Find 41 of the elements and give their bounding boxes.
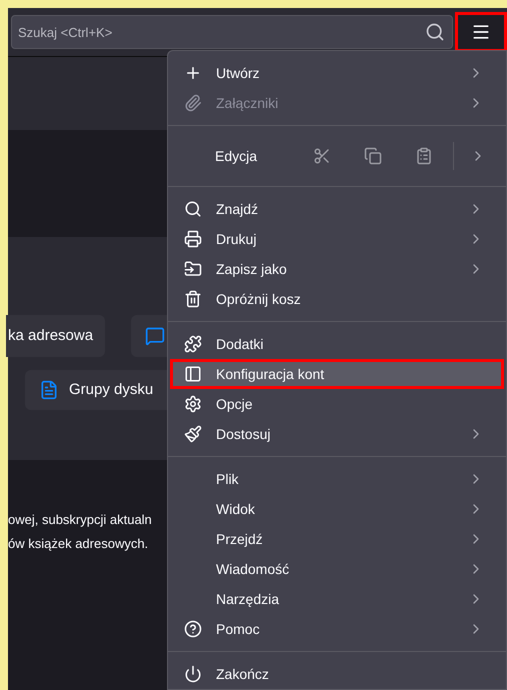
menu-item[interactable]: Wiadomość xyxy=(170,554,504,584)
brush-icon xyxy=(184,425,202,443)
menu-label: Edycja xyxy=(215,146,258,166)
menu-item[interactable]: Przejdź xyxy=(170,524,504,554)
search-icon xyxy=(184,200,202,218)
folder-icon xyxy=(184,260,202,278)
menu-item[interactable]: Utwórz xyxy=(170,58,504,88)
plus-icon xyxy=(184,64,202,82)
clipboard-icon xyxy=(414,147,433,165)
menu-item[interactable]: Opcje xyxy=(170,389,504,419)
menu-item[interactable]: Pomoc xyxy=(170,614,504,644)
address-book-button[interactable]: ka adresowa xyxy=(6,315,105,357)
menu-item[interactable]: Konfiguracja kont xyxy=(170,359,504,389)
menu-item[interactable]: Drukuj xyxy=(170,224,504,254)
menu-item[interactable]: Dodatki xyxy=(170,329,504,359)
menu-item[interactable]: Zakończ xyxy=(170,659,504,689)
panel-icon xyxy=(184,365,202,383)
menu-item[interactable]: Zapisz jako xyxy=(170,254,504,284)
menu-item[interactable]: Dostosuj xyxy=(170,419,504,449)
paperclip-icon xyxy=(184,94,202,112)
menu-item[interactable]: Plik xyxy=(170,464,504,494)
search-icon xyxy=(425,22,445,42)
description-text: ów książek adresowych. xyxy=(8,534,148,553)
menu-item[interactable]: Znajdź xyxy=(170,194,504,224)
menu-item[interactable]: Narzędzia xyxy=(170,584,504,614)
copy-icon xyxy=(364,147,382,165)
newsgroups-button[interactable]: Grupy dysku xyxy=(25,370,167,410)
settings-icon xyxy=(184,395,202,413)
printer-icon xyxy=(184,230,202,248)
menu-item[interactable]: Widok xyxy=(170,494,504,524)
search-field[interactable]: Szukaj <Ctrl+K> xyxy=(11,15,453,49)
chat-icon xyxy=(145,326,165,346)
menu-button[interactable] xyxy=(455,12,507,52)
help-icon xyxy=(184,620,202,638)
trash-icon xyxy=(184,290,202,308)
description-text: owej, subskrypcji aktualn xyxy=(8,511,152,529)
document-icon xyxy=(39,380,59,400)
power-icon xyxy=(184,665,202,683)
puzzle-icon xyxy=(184,335,202,353)
menu-item[interactable]: Opróżnij kosz xyxy=(170,284,504,314)
scissors-icon xyxy=(313,147,332,165)
